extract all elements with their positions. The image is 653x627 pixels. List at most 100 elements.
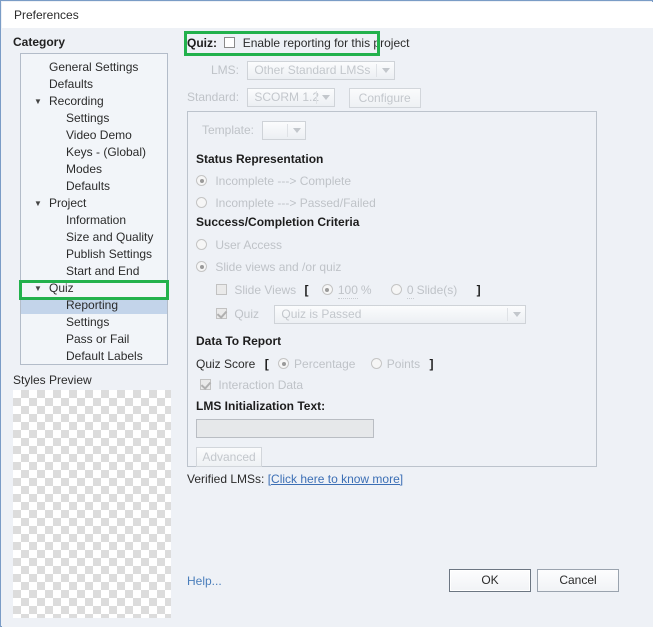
slide-views-checkbox[interactable] <box>216 284 227 295</box>
radio-icon[interactable] <box>196 239 207 250</box>
configure-button[interactable]: Configure <box>348 87 421 108</box>
sidebar-item-publish-settings[interactable]: Publish Settings <box>21 246 167 263</box>
lms-select[interactable]: Other Standard LMSs <box>247 61 396 81</box>
sidebar-item-label: Project <box>49 196 87 210</box>
sidebar-item-size-and-quality[interactable]: Size and Quality <box>21 229 167 246</box>
lms-initialization-heading: LMS Initialization Text: <box>196 399 326 413</box>
dialog-body: Category General Settings Defaults ▼ Rec… <box>2 28 653 627</box>
standard-select[interactable]: SCORM 1.2 <box>247 88 336 108</box>
radio-icon[interactable] <box>321 284 333 295</box>
sidebar-item-default-labels[interactable]: Default Labels <box>21 348 167 364</box>
interaction-data-row[interactable]: Interaction Data <box>196 377 303 393</box>
success-criteria-heading: Success/Completion Criteria <box>196 215 360 229</box>
percentage-radio-group[interactable]: Percentage <box>278 357 359 371</box>
verified-lms-label: Verified LMSs: <box>187 472 265 486</box>
lms-initialization-input[interactable] <box>196 419 374 438</box>
sidebar-item-quiz-settings[interactable]: Settings <box>21 314 167 331</box>
styles-preview-label: Styles Preview <box>13 373 92 387</box>
slide-views-label: Slide Views <box>234 283 297 297</box>
sidebar-item-label: Defaults <box>49 77 94 91</box>
criteria-option-label: Slide views and /or quiz <box>215 260 342 274</box>
bracket-open: [ <box>304 283 309 297</box>
help-link[interactable]: Help... <box>187 574 222 588</box>
quiz-condition-row: Quiz Quiz is Passed <box>212 304 527 325</box>
sidebar-item-label: Information <box>66 213 127 227</box>
styles-preview-canvas <box>13 390 171 618</box>
quiz-score-label: Quiz Score <box>196 357 256 371</box>
sidebar-item-label: Reporting <box>66 298 119 312</box>
verified-lms-link[interactable]: [Click here to know more] <box>268 472 403 486</box>
radio-icon[interactable] <box>196 197 207 208</box>
sidebar-item-reporting[interactable]: Reporting <box>21 297 167 314</box>
points-label: Points <box>386 357 421 371</box>
slides-value[interactable]: 0 <box>406 283 414 299</box>
bracket-close: ] <box>429 357 434 371</box>
sidebar-item-label: Recording <box>49 94 104 108</box>
sidebar-item-label: Defaults <box>66 179 111 193</box>
tree-disclosure-icon[interactable]: ▼ <box>33 280 43 297</box>
combo-divider <box>287 124 289 138</box>
cancel-button[interactable]: Cancel <box>537 569 619 592</box>
status-option-passed-failed[interactable]: Incomplete ---> Passed/Failed <box>196 195 376 211</box>
status-option-complete[interactable]: Incomplete ---> Complete <box>196 173 351 189</box>
advanced-button[interactable]: Advanced <box>196 447 262 467</box>
sidebar-item-label: General Settings <box>49 60 139 74</box>
percentage-label: Percentage <box>294 357 356 371</box>
sidebar-item-defaults[interactable]: Defaults <box>21 76 167 93</box>
sidebar-item-video-demo[interactable]: Video Demo <box>21 127 167 144</box>
lms-label: LMS: <box>210 63 239 77</box>
sidebar-item-start-and-end[interactable]: Start and End <box>21 263 167 280</box>
template-row: Template: <box>196 120 307 141</box>
sidebar-item-recording-defaults[interactable]: Defaults <box>21 178 167 195</box>
enable-reporting-checkbox[interactable] <box>224 37 236 48</box>
radio-icon[interactable] <box>196 175 207 186</box>
sidebar-item-label: Settings <box>66 111 110 125</box>
sidebar-item-recording-settings[interactable]: Settings <box>21 110 167 127</box>
interaction-data-label: Interaction Data <box>218 378 304 392</box>
template-select[interactable] <box>262 121 307 141</box>
radio-icon[interactable] <box>370 358 382 369</box>
radio-icon[interactable] <box>390 284 402 295</box>
category-tree[interactable]: General Settings Defaults ▼ Recording Se… <box>20 53 168 365</box>
sidebar-item-quiz[interactable]: ▼ Quiz <box>21 280 167 297</box>
quiz-condition-select[interactable]: Quiz is Passed <box>274 305 527 325</box>
slides-radio-group[interactable]: 0 Slide(s) <box>390 283 461 299</box>
tree-disclosure-icon[interactable]: ▼ <box>33 93 43 110</box>
reporting-settings-pane: Quiz: Enable reporting for this project … <box>180 28 653 627</box>
status-representation-heading: Status Representation <box>196 152 324 166</box>
category-heading: Category <box>13 35 66 49</box>
criteria-option-user-access[interactable]: User Access <box>196 237 282 253</box>
radio-icon[interactable] <box>196 261 207 272</box>
ok-button[interactable]: OK <box>449 569 531 592</box>
chevron-down-icon <box>382 68 391 74</box>
bracket-open: [ <box>264 357 269 371</box>
criteria-option-label: User Access <box>215 238 283 252</box>
percent-radio-group[interactable]: 100% <box>321 283 375 299</box>
combo-divider <box>376 64 378 78</box>
quiz-score-row: Quiz Score [ Percentage Points ] <box>196 356 433 372</box>
sidebar-item-label: Publish Settings <box>66 247 153 261</box>
chevron-down-icon <box>513 312 522 318</box>
sidebar-item-information[interactable]: Information <box>21 212 167 229</box>
interaction-data-checkbox[interactable] <box>200 379 211 390</box>
sidebar-item-pass-or-fail[interactable]: Pass or Fail <box>21 331 167 348</box>
sidebar-item-modes[interactable]: Modes <box>21 161 167 178</box>
quiz-check-label: Quiz <box>234 307 260 321</box>
sidebar-item-keys-global[interactable]: Keys - (Global) <box>21 144 167 161</box>
sidebar-item-project[interactable]: ▼ Project <box>21 195 167 212</box>
sidebar-item-label: Size and Quality <box>66 230 154 244</box>
sidebar-item-general-settings[interactable]: General Settings <box>21 59 167 76</box>
radio-icon[interactable] <box>278 358 290 369</box>
sidebar-item-label: Quiz <box>49 281 74 295</box>
slides-unit: Slide(s) <box>416 283 458 297</box>
combo-divider <box>316 91 318 105</box>
window-title: Preferences <box>14 8 79 22</box>
sidebar-item-recording[interactable]: ▼ Recording <box>21 93 167 110</box>
points-radio-group[interactable]: Points <box>370 357 424 371</box>
tree-disclosure-icon[interactable]: ▼ <box>33 195 43 212</box>
preferences-dialog: Preferences Category General Settings De… <box>0 0 653 627</box>
criteria-option-slide-views-quiz[interactable]: Slide views and /or quiz <box>196 259 341 275</box>
standard-select-value: SCORM 1.2 <box>254 90 320 105</box>
quiz-checkbox[interactable] <box>216 308 227 319</box>
percent-value[interactable]: 100 <box>337 283 358 299</box>
